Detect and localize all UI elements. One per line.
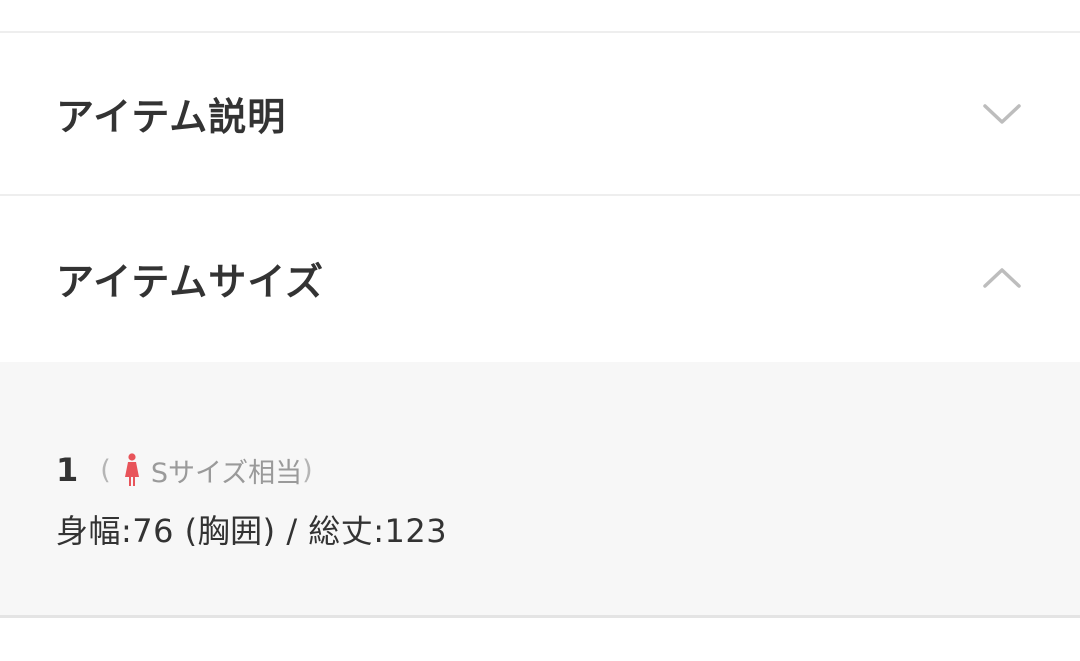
size-measurements: 身幅:76 (胸囲) / 総丈:123 <box>56 512 448 550</box>
chevron-down-icon[interactable] <box>980 92 1024 136</box>
size-label: 1 <box>56 451 79 489</box>
paren-open: ( <box>100 454 111 486</box>
chevron-up-icon[interactable] <box>980 256 1024 300</box>
size-equivalent-note: ( Sサイズ相当 ) <box>100 451 313 490</box>
item-detail-page: アイテム説明 アイテムサイズ 1 (Sサイズ相当) 身幅:76 (胸囲) /… <box>0 0 1080 661</box>
accordion-title-item-description: アイテム説明 <box>56 95 287 139</box>
paren-close: ) <box>302 454 313 486</box>
accordion-item-size[interactable]: アイテムサイズ <box>0 196 1080 360</box>
size-equivalent-text: Sサイズ相当 <box>150 457 303 489</box>
accordion-title-item-size: アイテムサイズ <box>56 259 325 304</box>
woman-icon <box>123 453 141 487</box>
top-divider <box>0 0 1080 33</box>
item-size-panel: 1 ( Sサイズ相当 ) 身幅:76 (胸囲) / 総丈:123 <box>0 362 1080 618</box>
bottom-area <box>0 618 1080 661</box>
accordion-item-description[interactable]: アイテム説明 <box>0 33 1080 196</box>
size-entry: 1 ( Sサイズ相当 ) 身幅:76 (胸囲) / 総丈:123 <box>56 450 447 552</box>
size-heading: 1 ( Sサイズ相当 ) <box>56 450 447 490</box>
